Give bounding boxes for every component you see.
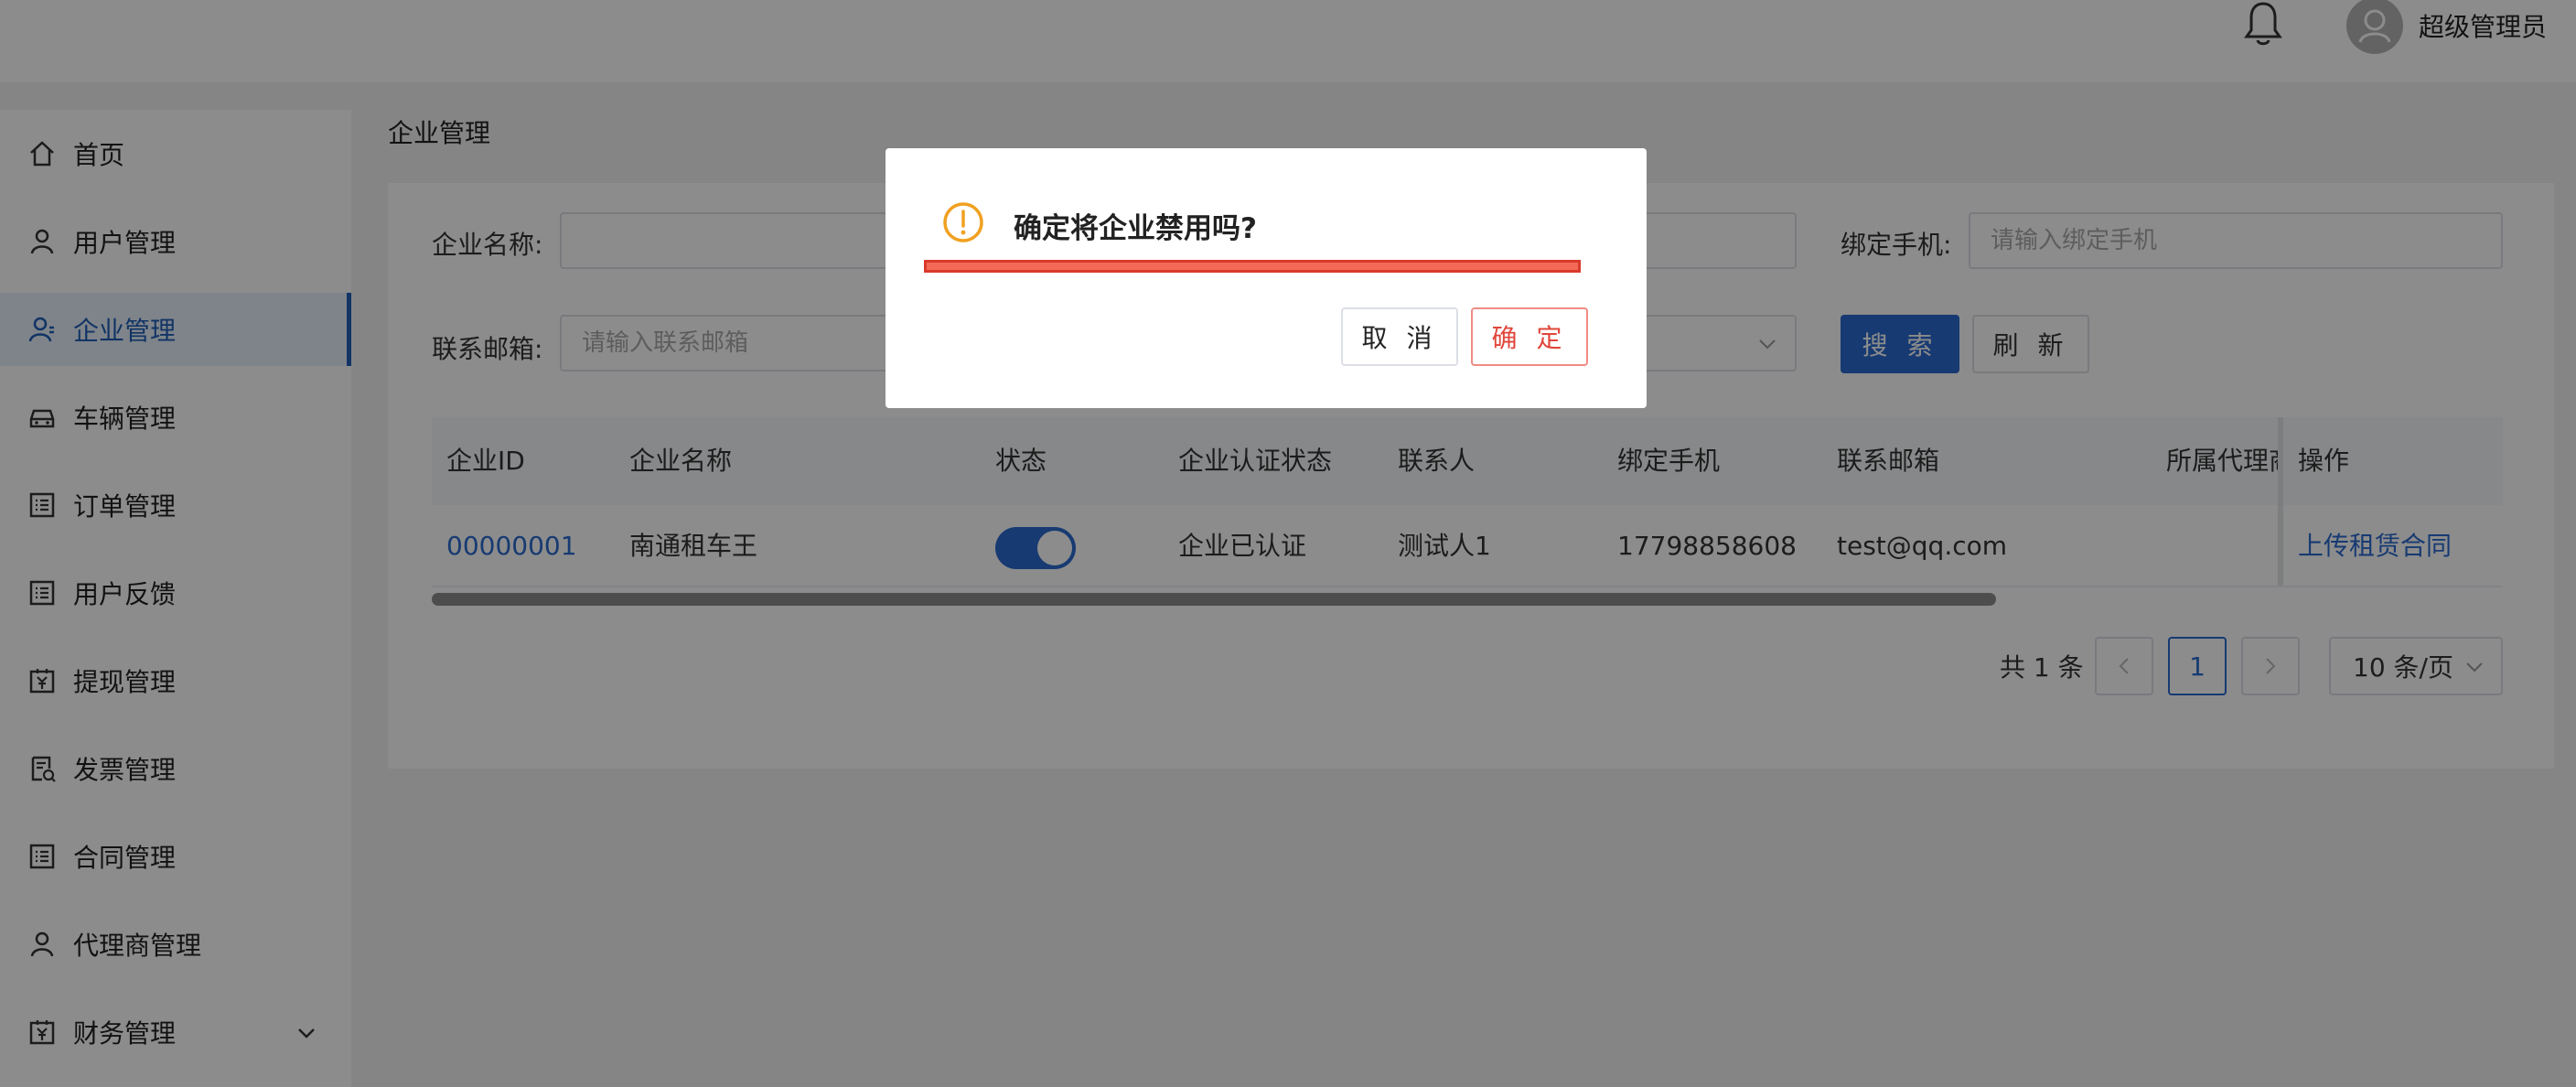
warning-icon bbox=[943, 202, 983, 242]
dialog-highlight-bar bbox=[924, 260, 1581, 273]
cancel-button[interactable]: 取 消 bbox=[1341, 307, 1458, 366]
confirm-button[interactable]: 确 定 bbox=[1471, 307, 1588, 366]
dialog-title: 确定将企业禁用吗? bbox=[1014, 212, 1257, 245]
confirm-dialog: 确定将企业禁用吗? 取 消 确 定 bbox=[886, 148, 1647, 408]
